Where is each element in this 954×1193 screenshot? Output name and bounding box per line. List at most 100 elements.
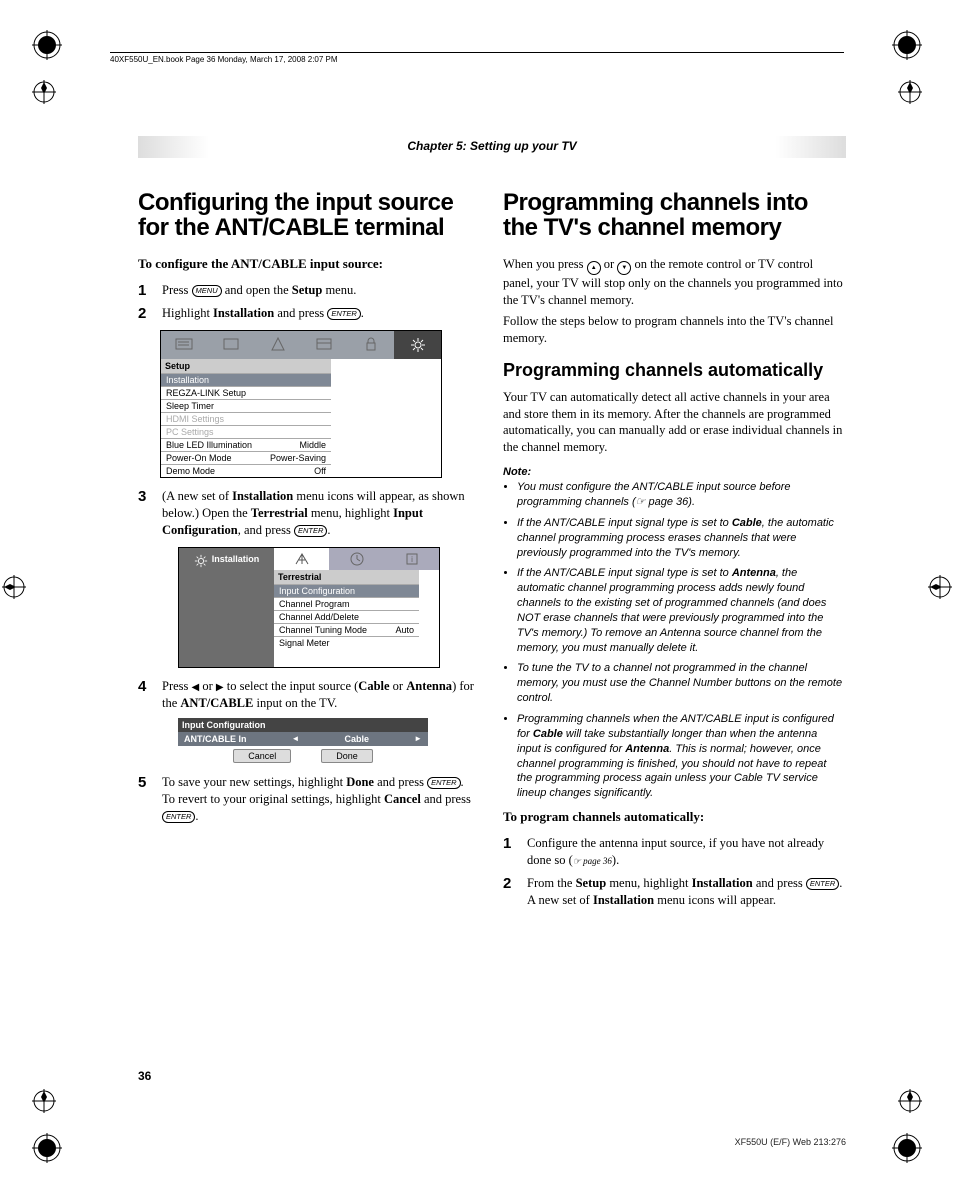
step-text: To save your new settings, highlight Don… bbox=[162, 774, 479, 825]
menu-row: Channel Tuning ModeAuto bbox=[274, 623, 419, 636]
step-text: Press MENU and open the Setup menu. bbox=[162, 282, 479, 299]
step-text: From the Setup menu, highlight Installat… bbox=[527, 875, 844, 909]
menu-row: Installation bbox=[161, 373, 331, 386]
installation-menu-figure: Installation i Terrestrial Input Configu… bbox=[178, 547, 440, 668]
step-text: Configure the antenna input source, if y… bbox=[527, 835, 844, 869]
paragraph: When you press ▲ or ▼ on the remote cont… bbox=[503, 256, 844, 309]
menu-row: Channel Add/Delete bbox=[274, 610, 419, 623]
svg-text:i: i bbox=[411, 555, 413, 564]
right-column: Programming channels into the TV's chann… bbox=[503, 190, 844, 915]
menu-side-label: Installation bbox=[179, 548, 274, 667]
crop-icon bbox=[898, 80, 922, 104]
setup-menu-figure: Setup InstallationREGZA-LINK SetupSleep … bbox=[160, 330, 442, 478]
content-columns: Configuring the input source for the ANT… bbox=[138, 190, 844, 915]
step-text: (A new set of Installation menu icons wi… bbox=[162, 488, 479, 539]
right-step-2: 2 From the Setup menu, highlight Install… bbox=[503, 875, 844, 909]
note-item: If the ANT/CABLE input signal type is se… bbox=[517, 566, 844, 655]
step-5: 5 To save your new settings, highlight D… bbox=[138, 774, 479, 825]
menu-row: Channel Program bbox=[274, 597, 419, 610]
step-1: 1 Press MENU and open the Setup menu. bbox=[138, 282, 479, 299]
notes-list: You must configure the ANT/CABLE input s… bbox=[503, 480, 844, 801]
paragraph: Your TV can automatically detect all act… bbox=[503, 389, 844, 457]
step-number: 2 bbox=[503, 875, 517, 909]
menu-row: Power-On ModePower-Saving bbox=[161, 451, 331, 464]
page: 40XF550U_EN.book Page 36 Monday, March 1… bbox=[0, 0, 954, 1193]
lock-icon bbox=[348, 337, 395, 354]
menu-row: Signal Meter bbox=[274, 636, 419, 649]
menu-right-panel: i Terrestrial Input ConfigurationChannel… bbox=[274, 548, 439, 667]
button-row: Cancel Done bbox=[178, 746, 428, 766]
regmark-icon bbox=[892, 30, 922, 60]
enter-button-icon: ENTER bbox=[806, 878, 839, 890]
menu-tab-bar bbox=[161, 331, 441, 359]
info-icon: i bbox=[384, 548, 439, 570]
book-filename: 40XF550U_EN.book Page 36 Monday, March 1… bbox=[110, 55, 338, 64]
right-arrow-icon: ▶ bbox=[216, 682, 224, 693]
mini-tab-bar: i bbox=[274, 548, 439, 570]
step-number: 1 bbox=[138, 282, 152, 299]
crop-icon bbox=[928, 575, 952, 599]
menu-title: Setup bbox=[161, 359, 331, 373]
row-value: Cable bbox=[345, 734, 370, 744]
footer-text: XF550U (E/F) Web 213:276 bbox=[735, 1137, 846, 1147]
step-number: 5 bbox=[138, 774, 152, 825]
chapter-title: Chapter 5: Setting up your TV bbox=[138, 136, 846, 158]
crop-icon bbox=[32, 80, 56, 104]
figure-title: Input Configuration bbox=[178, 718, 428, 732]
row-label: ANT/CABLE In bbox=[184, 734, 247, 744]
left-column: Configuring the input source for the ANT… bbox=[138, 190, 479, 915]
crop-icon bbox=[898, 1089, 922, 1113]
paragraph: Follow the steps below to program channe… bbox=[503, 313, 844, 347]
subsection-heading: Programming channels automatically bbox=[503, 361, 844, 381]
step-3: 3 (A new set of Installation menu icons … bbox=[138, 488, 479, 539]
enter-button-icon: ENTER bbox=[427, 777, 460, 789]
enter-button-icon: ENTER bbox=[294, 525, 327, 537]
menu-row: Blue LED IlluminationMiddle bbox=[161, 438, 331, 451]
step-number: 2 bbox=[138, 305, 152, 322]
crop-icon bbox=[32, 1089, 56, 1113]
regmark-icon bbox=[32, 30, 62, 60]
procedure-title: To program channels automatically: bbox=[503, 809, 844, 825]
note-item: To tune the TV to a channel not programm… bbox=[517, 661, 844, 706]
step-number: 3 bbox=[138, 488, 152, 539]
tab-icon bbox=[161, 337, 208, 354]
menu-row: REGZA-LINK Setup bbox=[161, 386, 331, 399]
right-step-1: 1 Configure the antenna input source, if… bbox=[503, 835, 844, 869]
enter-button-icon: ENTER bbox=[162, 811, 195, 823]
ch-up-icon: ▲ bbox=[587, 261, 601, 275]
menu-button-icon: MENU bbox=[192, 285, 222, 297]
tab-icon bbox=[254, 337, 301, 354]
section-heading: Programming channels into the TV's chann… bbox=[503, 190, 844, 240]
tab-icon bbox=[301, 337, 348, 354]
input-row: ANT/CABLE In ◄ Cable ► bbox=[178, 732, 428, 746]
gear-icon bbox=[394, 331, 441, 359]
antenna-icon bbox=[274, 548, 329, 570]
step-text: Highlight Installation and press ENTER. bbox=[162, 305, 479, 322]
input-config-figure: Input Configuration ANT/CABLE In ◄ Cable… bbox=[178, 718, 428, 766]
note-item: You must configure the ANT/CABLE input s… bbox=[517, 480, 844, 510]
menu-row: Demo ModeOff bbox=[161, 464, 331, 477]
menu-title: Terrestrial bbox=[274, 570, 419, 584]
regmark-icon bbox=[32, 1133, 62, 1163]
page-number: 36 bbox=[138, 1069, 151, 1083]
right-arrow-icon: ► bbox=[414, 734, 422, 743]
cancel-button: Cancel bbox=[233, 749, 291, 763]
step-number: 1 bbox=[503, 835, 517, 869]
menu-row: Input Configuration bbox=[274, 584, 419, 597]
menu-row: PC Settings bbox=[161, 425, 331, 438]
ch-down-icon: ▼ bbox=[617, 261, 631, 275]
left-arrow-icon: ◄ bbox=[292, 734, 300, 743]
enter-button-icon: ENTER bbox=[327, 308, 360, 320]
menu-row: Sleep Timer bbox=[161, 399, 331, 412]
clock-icon bbox=[329, 548, 384, 570]
note-item: Programming channels when the ANT/CABLE … bbox=[517, 712, 844, 801]
step-text: Press ◀ or ▶ to select the input source … bbox=[162, 678, 479, 712]
regmark-icon bbox=[892, 1133, 922, 1163]
note-heading: Note: bbox=[503, 466, 844, 478]
note-item: If the ANT/CABLE input signal type is se… bbox=[517, 516, 844, 561]
step-2: 2 Highlight Installation and press ENTER… bbox=[138, 305, 479, 322]
section-heading: Configuring the input source for the ANT… bbox=[138, 190, 479, 240]
menu-row: HDMI Settings bbox=[161, 412, 331, 425]
crop-icon bbox=[2, 575, 26, 599]
done-button: Done bbox=[321, 749, 373, 763]
